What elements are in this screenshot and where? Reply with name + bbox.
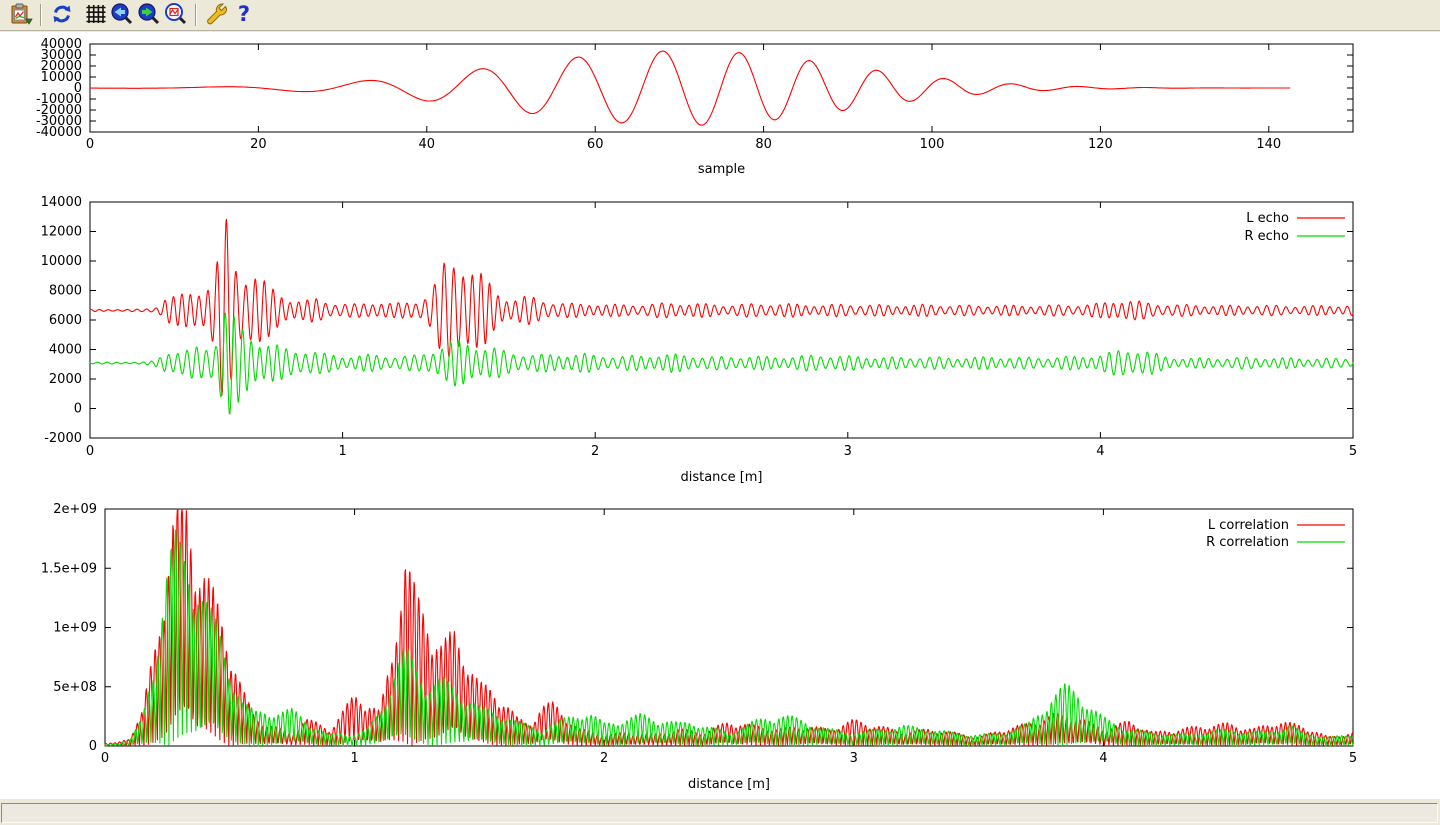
plot-border <box>90 202 1353 438</box>
svg-text:?: ? <box>237 2 249 26</box>
status-bar <box>1 803 1438 823</box>
trace-r-echo <box>90 313 1353 414</box>
y-tick-label: 0 <box>74 402 82 417</box>
legend-label: L correlation <box>1208 518 1289 533</box>
zoom-next-icon <box>137 2 161 29</box>
x-tick-label: 1 <box>350 751 358 766</box>
previous-zoom-button[interactable] <box>108 2 135 29</box>
y-tick-label: 2e+09 <box>53 502 97 517</box>
wrench-icon <box>205 2 229 29</box>
x-tick-label: 20 <box>250 137 267 152</box>
x-tick-label: 60 <box>587 137 604 152</box>
refresh-icon <box>50 2 74 29</box>
y-tick-label: 5e+08 <box>53 680 97 695</box>
grid-icon <box>83 2 107 29</box>
legend-label: L echo <box>1246 211 1289 226</box>
autoscale-button[interactable] <box>162 2 189 29</box>
toolbar: ? <box>0 0 1440 31</box>
toggle-grid-button[interactable] <box>81 2 108 29</box>
x-tick-label: 2 <box>600 751 608 766</box>
y-tick-label: 6000 <box>49 313 82 328</box>
y-tick-label: 1.5e+09 <box>41 561 97 576</box>
x-tick-label: 80 <box>755 137 772 152</box>
x-tick-label: 100 <box>920 137 945 152</box>
x-tick-label: 140 <box>1256 137 1281 152</box>
zoom-previous-icon <box>110 2 134 29</box>
y-tick-label: 1e+09 <box>53 621 97 636</box>
x-tick-label: 4 <box>1096 444 1104 459</box>
plot-canvas[interactable]: 020406080100120140400003000020000100000-… <box>0 32 1440 799</box>
y-tick-label: -2000 <box>44 431 82 446</box>
configure-button[interactable] <box>203 2 230 29</box>
x-tick-label: 1 <box>338 444 346 459</box>
y-tick-label: -40000 <box>36 125 82 140</box>
y-tick-label: 4000 <box>49 343 82 358</box>
x-tick-label: 5 <box>1349 444 1357 459</box>
x-tick-label: 120 <box>1088 137 1113 152</box>
x-tick-label: 0 <box>86 444 94 459</box>
toolbar-separator <box>195 4 197 26</box>
toolbar-separator <box>40 4 42 26</box>
x-axis-title: distance [m] <box>680 470 762 485</box>
x-tick-label: 0 <box>101 751 109 766</box>
sample-plot[interactable]: 020406080100120140400003000020000100000-… <box>36 37 1353 177</box>
x-tick-label: 3 <box>844 444 852 459</box>
plot-canvas-area: 020406080100120140400003000020000100000-… <box>0 32 1440 799</box>
help-button[interactable]: ? <box>230 2 257 29</box>
y-tick-label: 10000 <box>41 254 82 269</box>
y-tick-label: 14000 <box>41 195 82 210</box>
replot-button[interactable] <box>48 2 75 29</box>
legend-label: R echo <box>1244 229 1289 244</box>
x-axis-title: sample <box>698 162 745 177</box>
x-tick-label: 2 <box>591 444 599 459</box>
copy-plot-icon <box>9 2 33 29</box>
x-axis-title: distance [m] <box>688 777 770 792</box>
copy-to-clipboard-button[interactable] <box>7 2 34 29</box>
y-tick-label: 2000 <box>49 372 82 387</box>
y-tick-label: 12000 <box>41 225 82 240</box>
zoom-fit-icon <box>164 2 188 29</box>
trace-r-correlation <box>105 530 1353 746</box>
help-icon: ? <box>232 2 256 29</box>
trace-chirp-pulse <box>90 51 1290 125</box>
x-tick-label: 0 <box>86 137 94 152</box>
x-tick-label: 40 <box>419 137 436 152</box>
y-tick-label: 8000 <box>49 284 82 299</box>
correlation-plot[interactable]: 0 1 2 3 4 5 0 5e+08 1e+09 1.5e+09 2e+09 distance [m… <box>41 502 1357 792</box>
x-tick-label: 5 <box>1349 751 1357 766</box>
x-tick-label: 3 <box>850 751 858 766</box>
x-tick-label: 4 <box>1099 751 1107 766</box>
echo-plot[interactable]: 0 1 2 3 4 5 14000 12000 10000 8000 6000 4000 2000 0 -2… <box>41 195 1358 485</box>
legend-label: R correlation <box>1206 535 1289 550</box>
next-zoom-button[interactable] <box>135 2 162 29</box>
y-tick-label: 0 <box>89 739 97 754</box>
